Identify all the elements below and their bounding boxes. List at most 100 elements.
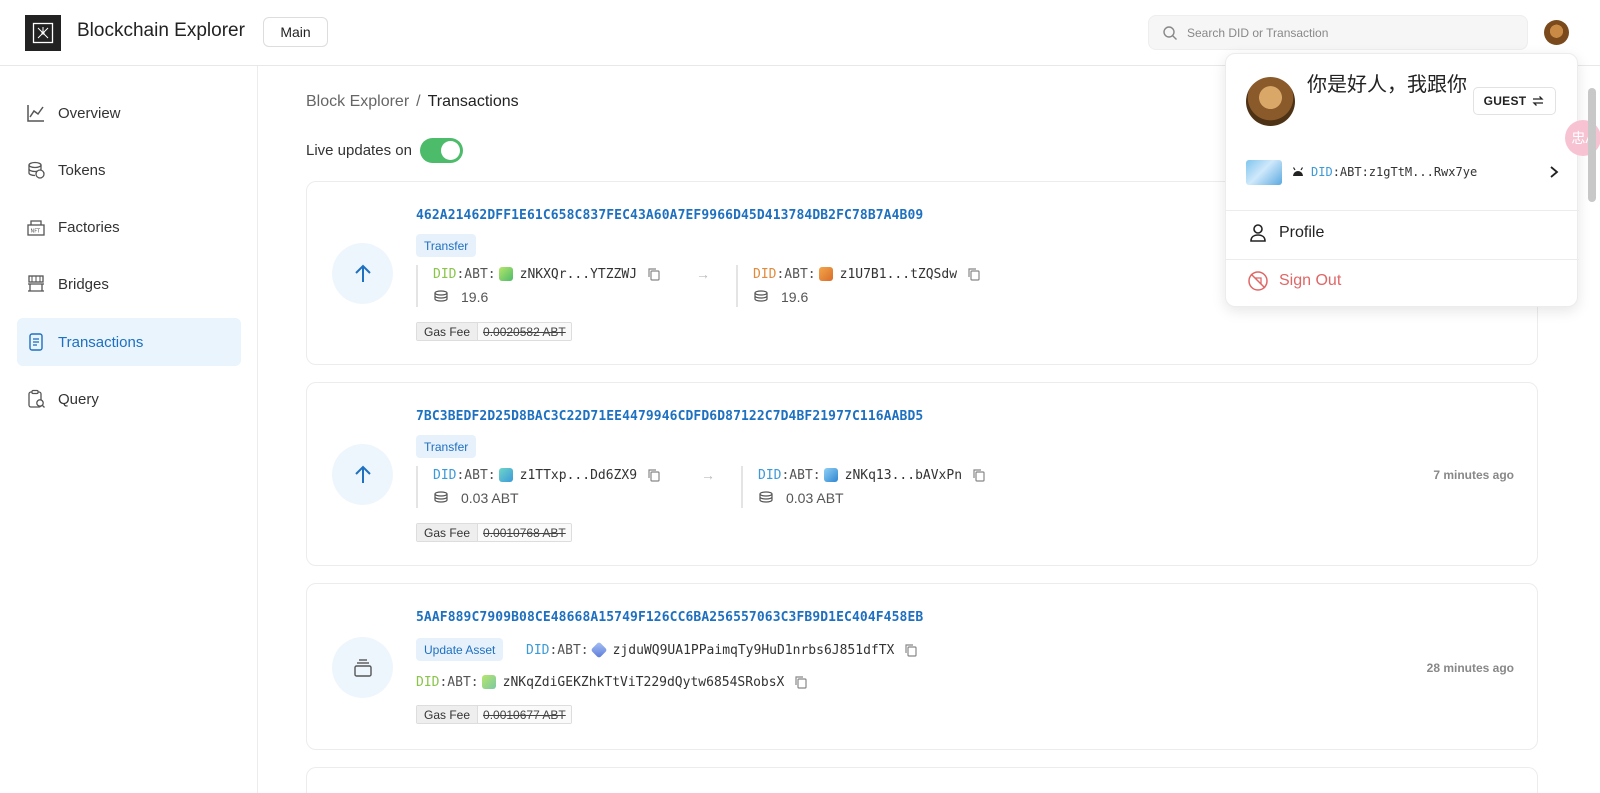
breadcrumb-root-link[interactable]: Block Explorer bbox=[306, 93, 409, 110]
sender-amount-row: 19.6 bbox=[433, 288, 661, 306]
coins-stack-icon bbox=[433, 290, 449, 304]
profile-menu-item[interactable]: Profile bbox=[1246, 221, 1324, 245]
android-icon bbox=[1292, 167, 1304, 176]
asset-did[interactable]: DID:ABT: zjduWQ9UA1PPaimqTy9HuD1nrbs6J85… bbox=[526, 641, 918, 659]
asset-address: zjduWQ9UA1PPaimqTy9HuD1nrbs6J851dfTX bbox=[612, 642, 895, 658]
breadcrumb-separator: / bbox=[416, 93, 421, 110]
copy-icon[interactable] bbox=[967, 267, 981, 281]
transfer-arrow-icon bbox=[332, 444, 393, 505]
sidebar-item-overview[interactable]: Overview bbox=[17, 89, 241, 137]
receiver-address: zNKq13...bAVxPn bbox=[844, 467, 963, 483]
receiver-did[interactable]: DID:ABT: zNKq13...bAVxPn bbox=[758, 466, 986, 484]
receiver-amount-row: 19.6 bbox=[753, 288, 981, 306]
search-input[interactable] bbox=[1187, 25, 1507, 40]
live-updates-toggle[interactable] bbox=[419, 138, 463, 163]
sign-out-menu-item[interactable]: Sign Out bbox=[1246, 269, 1341, 293]
user-avatar bbox=[1246, 77, 1295, 126]
sender-party: DID:ABT: zNKXQr...YTZZWJ 19.6 bbox=[416, 265, 661, 307]
sidebar-item-label: Factories bbox=[58, 218, 120, 236]
transaction-type-badge: Transfer bbox=[416, 435, 477, 458]
transaction-card[interactable] bbox=[306, 767, 1538, 793]
sidebar-item-bridges[interactable]: Bridges bbox=[17, 260, 241, 308]
gas-fee-label: Gas Fee bbox=[417, 323, 479, 340]
transaction-time: 7 minutes ago bbox=[1433, 468, 1514, 482]
search-icon bbox=[1163, 25, 1177, 40]
did-chain: :ABT: bbox=[439, 674, 479, 690]
did-prefix: DID bbox=[526, 642, 550, 658]
receiver-address: z1U7B1...tZQSdw bbox=[839, 266, 958, 282]
gas-fee-tag: Gas Fee 0.0010768 ABT bbox=[416, 523, 572, 542]
sidebar-item-tokens[interactable]: Tokens bbox=[17, 146, 241, 194]
did-chain: :ABT: bbox=[776, 266, 816, 282]
live-updates-control: Live updates on bbox=[306, 138, 463, 163]
receiver-amount-row: 0.03 ABT bbox=[758, 489, 986, 507]
breadcrumb-current: Transactions bbox=[427, 93, 519, 110]
did-avatar-icon bbox=[823, 468, 838, 482]
role-label: GUEST bbox=[1483, 94, 1527, 108]
coins-stack-icon bbox=[753, 290, 769, 304]
copy-icon[interactable] bbox=[904, 643, 918, 657]
transaction-type-badge: Transfer bbox=[416, 234, 477, 257]
sender-address: z1TTxp...Dd6ZX9 bbox=[519, 467, 638, 483]
asset-stack-icon bbox=[332, 637, 393, 698]
live-updates-label: Live updates on bbox=[306, 142, 412, 159]
sidebar-item-query[interactable]: Query bbox=[17, 375, 241, 423]
coins-icon bbox=[25, 159, 47, 181]
user-did-row[interactable]: DID:ABT:z1gTtM...Rwx7ye bbox=[1246, 159, 1559, 185]
transfer-arrow-icon bbox=[332, 243, 393, 304]
did-prefix: DID bbox=[433, 266, 457, 282]
coins-stack-icon bbox=[433, 491, 449, 505]
profile-label: Profile bbox=[1279, 224, 1325, 241]
user-menu-dropdown: 你是好人，我跟你 GUEST DID:ABT:z1gTtM...Rwx7ye P… bbox=[1225, 53, 1579, 307]
did-avatar-icon bbox=[481, 675, 496, 689]
transaction-card[interactable]: 5AAF889C7909B08CE48668A15749F126CC6BA256… bbox=[306, 583, 1538, 750]
sidebar-item-transactions[interactable]: Transactions bbox=[17, 318, 241, 366]
sign-out-label: Sign Out bbox=[1279, 272, 1342, 289]
owner-did[interactable]: DID:ABT: zNKqZdiGEKZhkTtViT229dQytw6854S… bbox=[416, 673, 808, 691]
copy-icon[interactable] bbox=[647, 468, 661, 482]
copy-icon[interactable] bbox=[972, 468, 986, 482]
app-title: Blockchain Explorer bbox=[77, 20, 245, 41]
person-icon bbox=[1246, 221, 1270, 245]
transaction-card[interactable]: 7BC3BEDF2D25D8BAC3C22D71EE4479946CDFD6D8… bbox=[306, 382, 1538, 566]
user-did-text: DID:ABT:z1gTtM...Rwx7ye bbox=[1311, 165, 1477, 179]
transaction-hash-link[interactable]: 7BC3BEDF2D25D8BAC3C22D71EE4479946CDFD6D8… bbox=[416, 409, 923, 424]
gas-fee-value: 0.0020582 ABT bbox=[478, 323, 571, 340]
did-avatar-icon bbox=[818, 267, 833, 281]
did-chain: :ABT: bbox=[549, 642, 589, 658]
gas-fee-tag: Gas Fee 0.0010677 ABT bbox=[416, 705, 572, 724]
transfer-direction-arrow: → bbox=[696, 266, 710, 282]
chain-selector-button[interactable]: Main bbox=[263, 17, 328, 47]
page-scrollbar[interactable] bbox=[1588, 88, 1596, 202]
user-avatar-button[interactable] bbox=[1544, 20, 1569, 45]
did-avatar-icon bbox=[498, 267, 513, 281]
sign-out-icon bbox=[1246, 269, 1270, 293]
sender-amount: 0.03 ABT bbox=[461, 490, 519, 506]
sidebar-item-label: Overview bbox=[58, 104, 121, 122]
chart-line-icon bbox=[25, 102, 47, 124]
did-avatar-icon bbox=[498, 468, 513, 482]
copy-icon[interactable] bbox=[647, 267, 661, 281]
did-value: :ABT:z1gTtM...Rwx7ye bbox=[1332, 165, 1478, 179]
app-logo[interactable] bbox=[25, 15, 61, 51]
sender-did[interactable]: DID:ABT: z1TTxp...Dd6ZX9 bbox=[433, 466, 661, 484]
did-prefix: DID bbox=[1311, 165, 1333, 179]
sidebar-item-factories[interactable]: NFT Factories bbox=[17, 203, 241, 251]
gas-fee-tag: Gas Fee 0.0020582 ABT bbox=[416, 322, 572, 341]
sender-amount: 19.6 bbox=[461, 289, 489, 305]
copy-icon[interactable] bbox=[794, 675, 808, 689]
search-box[interactable] bbox=[1148, 15, 1528, 50]
transaction-time: 28 minutes ago bbox=[1426, 661, 1514, 675]
receiver-amount: 0.03 ABT bbox=[786, 490, 844, 506]
switch-role-button[interactable]: GUEST bbox=[1473, 87, 1556, 115]
transaction-hash-link[interactable]: 462A21462DFF1E61C658C837FEC43A60A7EF9966… bbox=[416, 208, 923, 223]
sender-did[interactable]: DID:ABT: zNKXQr...YTZZWJ bbox=[433, 265, 661, 283]
transfer-direction-arrow: → bbox=[701, 467, 715, 483]
bridge-icon bbox=[25, 273, 47, 295]
did-prefix: DID bbox=[758, 467, 782, 483]
sidebar-item-label: Tokens bbox=[58, 161, 106, 179]
did-prefix: DID bbox=[433, 467, 457, 483]
receiver-did[interactable]: DID:ABT: z1U7B1...tZQSdw bbox=[753, 265, 981, 283]
owner-address: zNKqZdiGEKZhkTtViT229dQytw6854SRobsX bbox=[502, 674, 785, 690]
transaction-hash-link[interactable]: 5AAF889C7909B08CE48668A15749F126CC6BA256… bbox=[416, 610, 923, 625]
